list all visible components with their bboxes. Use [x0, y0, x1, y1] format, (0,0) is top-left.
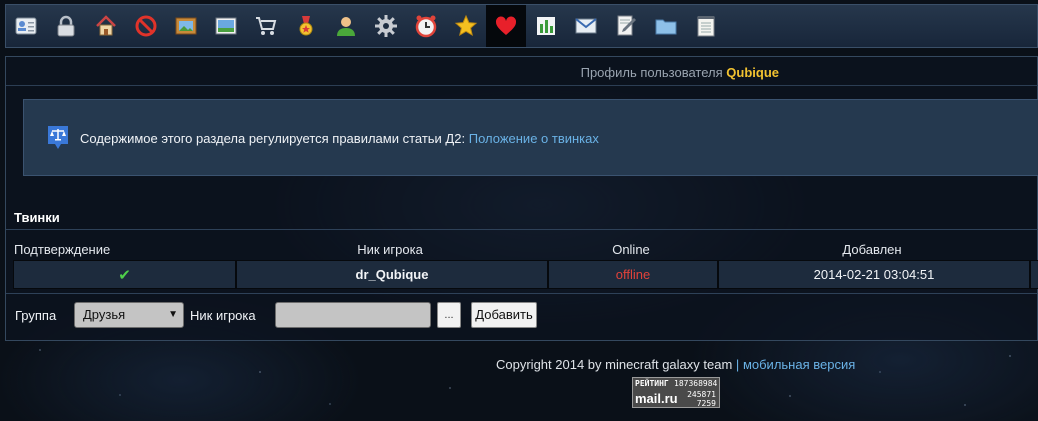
header-online: Online [612, 242, 650, 257]
heart-icon [495, 16, 517, 35]
header-nick: Ник игрока [357, 242, 423, 257]
footer: Copyright 2014 by minecraft galaxy team … [496, 357, 855, 372]
notepad-icon [697, 16, 715, 37]
scales-icon [48, 126, 68, 149]
top-toolbar [5, 4, 1038, 48]
picture-frame-icon [175, 17, 197, 35]
browse-button[interactable]: ... [437, 302, 461, 328]
counter-brand-logo: mail.ru [635, 391, 678, 406]
toolbar-twinks-button[interactable] [486, 5, 526, 47]
toolbar-favorites-button[interactable] [446, 5, 486, 47]
twinks-rules-link[interactable]: Положение о твинках [469, 131, 599, 146]
header-added: Добавлен [842, 242, 902, 257]
profile-heading: Профиль пользователя Qubique [581, 65, 779, 80]
copyright-text: Copyright 2014 by minecraft galaxy team [496, 357, 733, 372]
bar-chart-icon [537, 17, 555, 35]
cell-added-date: 2014-02-21 03:04:51 [719, 261, 1029, 288]
rating-counter[interactable]: РЕЙТИНГ 187368984 mail.ru 245871 7259 [632, 377, 720, 408]
toolbar-edit-button[interactable] [606, 5, 646, 47]
header-confirm: Подтверждение [14, 242, 111, 257]
toolbar-contacts-button[interactable] [6, 5, 46, 47]
group-select-value: Друзья [83, 307, 126, 322]
toolbar-images-button[interactable] [206, 5, 246, 47]
add-button[interactable]: Добавить [471, 302, 537, 328]
toolbar-notes-button[interactable] [686, 5, 726, 47]
cell-online-status: offline [549, 261, 717, 288]
counter-value-2: 245871 [687, 390, 716, 399]
toolbar-security-button[interactable] [46, 5, 86, 47]
rules-notice: Содержимое этого раздела регулируется пр… [23, 99, 1038, 176]
counter-value-1: 187368984 [674, 379, 718, 388]
mobile-version-link[interactable]: мобильная версия [743, 357, 855, 372]
toolbar-ban-button[interactable] [126, 5, 166, 47]
ban-icon [135, 15, 157, 37]
counter-label: РЕЙТИНГ [635, 379, 669, 388]
home-icon [96, 15, 116, 36]
toolbar-messages-button[interactable] [566, 5, 606, 47]
toolbar-stats-button[interactable] [526, 5, 566, 47]
shopping-cart-icon [256, 17, 277, 35]
notice-message: Содержимое этого раздела регулируется пр… [80, 131, 466, 146]
star-icon [454, 14, 478, 37]
profile-prefix: Профиль пользователя [580, 65, 723, 80]
section-title: Твинки [14, 210, 60, 225]
toolbar-gallery-button[interactable] [166, 5, 206, 47]
table-divider [6, 293, 1038, 294]
group-label: Группа [15, 308, 57, 323]
toolbar-home-button[interactable] [86, 5, 126, 47]
checkmark-icon: ✔ [118, 266, 131, 284]
cell-nick[interactable]: dr_Qubique [237, 261, 547, 288]
toolbar-files-button[interactable] [646, 5, 686, 47]
cell-actions [1031, 261, 1038, 288]
notice-text: Содержимое этого раздела регулируется пр… [80, 131, 599, 146]
alarm-clock-icon [415, 15, 437, 38]
toolbar-settings-button[interactable] [366, 5, 406, 47]
medal-icon [299, 16, 313, 36]
landscape-image-icon [215, 17, 237, 35]
toolbar-shop-button[interactable] [246, 5, 286, 47]
group-select[interactable]: Друзья ▼ [74, 302, 184, 328]
contacts-card-icon [15, 17, 37, 35]
header-divider [6, 85, 1038, 86]
section-divider [6, 229, 1038, 230]
envelope-icon [575, 18, 597, 34]
table-header: Подтверждение Ник игрока Online Добавлен [6, 242, 1038, 259]
main-panel: Профиль пользователя Qubique Содержимое … [5, 56, 1038, 341]
add-twink-form: Группа Друзья ▼ Ник игрока ... Добавить [6, 301, 1038, 331]
folder-icon [655, 19, 677, 35]
profile-username[interactable]: Qubique [726, 65, 779, 80]
nick-input[interactable] [275, 302, 431, 328]
cell-confirm: ✔ [14, 261, 235, 288]
edit-document-icon [617, 15, 636, 36]
user-icon [337, 17, 355, 36]
toolbar-awards-button[interactable] [286, 5, 326, 47]
chevron-down-icon: ▼ [168, 309, 178, 320]
table-row: ✔ dr_Qubique offline 2014-02-21 03:04:51 [13, 260, 1038, 289]
counter-value-3: 7259 [696, 399, 716, 408]
footer-separator: | [735, 357, 740, 372]
gear-icon [375, 15, 397, 37]
toolbar-profile-button[interactable] [326, 5, 366, 47]
toolbar-alarm-button[interactable] [406, 5, 446, 47]
nick-label: Ник игрока [190, 308, 256, 323]
padlock-icon [57, 15, 75, 37]
